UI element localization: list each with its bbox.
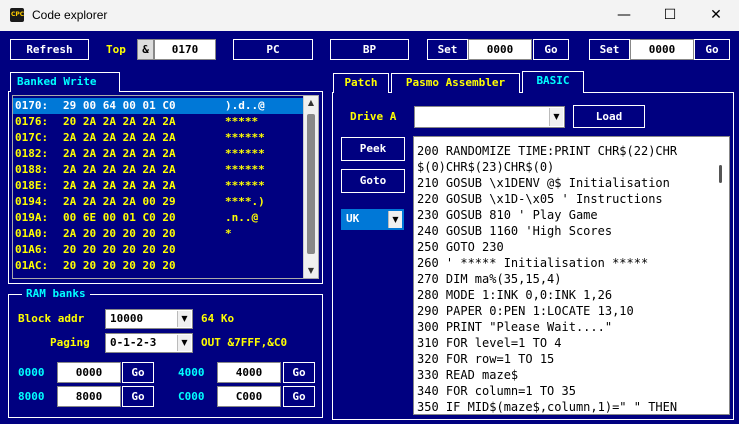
list-item[interactable]: 01A0: 2A 20 20 20 20 20 * [13,226,303,242]
basic-line: 350 IF MID$(maze$,column,1)=" " THEN [417,400,678,414]
basic-line: 300 PRINT "Please Wait...." [417,320,613,334]
memory-scrollbar[interactable]: ▲ ▼ [303,96,318,278]
list-item[interactable]: 0170: 29 00 64 00 01 C0).d..@ [13,98,303,114]
chevron-down-icon[interactable]: ▼ [549,108,563,126]
drive-select[interactable]: ▼ [414,106,565,128]
basic-line: 280 MODE 1:INK 0,0:INK 1,26 [417,288,613,302]
tab-basic[interactable]: BASIC [522,71,584,93]
basic-line: 230 GOSUB 810 ' Play Game [417,208,598,222]
basic-line: $(0)CHR$(23)CHR$(0) [417,160,555,174]
close-icon[interactable]: ✕ [693,0,739,31]
bank-4000-go-button[interactable]: Go [283,362,315,383]
basic-line: 270 DIM ma%(35,15,4) [417,272,562,286]
pc-button[interactable]: PC [233,39,313,60]
refresh-button[interactable]: Refresh [10,39,89,60]
minimize-icon[interactable]: — [601,0,647,31]
basic-line: 220 GOSUB \x1D-\x05 ' Instructions [417,192,663,206]
scroll-thumb[interactable] [307,114,315,254]
bank-c000-go-button[interactable]: Go [283,386,315,407]
basic-line: 210 GOSUB \x1DENV @$ Initialisation [417,176,670,190]
block-addr-label: Block addr [18,312,85,325]
basic-line: 320 FOR row=1 TO 15 [417,352,555,366]
tab-banked-write[interactable]: Banked Write [10,72,120,92]
hex-prefix-label: & [137,39,154,60]
basic-listing[interactable]: 200 RANDOMIZE TIME:PRINT CHR$(22)CHR $(0… [413,136,730,415]
scroll-thumb[interactable] [719,165,722,183]
block-addr-select[interactable]: 10000 ▼ [105,309,193,329]
basic-line: 290 PAPER 0:PEN 1:LOCATE 13,10 [417,304,634,318]
paging-select[interactable]: 0-1-2-3 ▼ [105,333,193,353]
tab-pasmo-assembler[interactable]: Pasmo Assembler [391,73,520,93]
goto-button[interactable]: Goto [341,169,405,193]
list-item[interactable]: 0182: 2A 2A 2A 2A 2A 2A ****** [13,146,303,162]
cpc-icon [10,8,24,22]
bp-button[interactable]: BP [330,39,409,60]
bank-0000-input[interactable]: 0000 [57,362,121,383]
basic-line: 250 GOTO 230 [417,240,504,254]
go-button-1[interactable]: Go [533,39,569,60]
tab-patch[interactable]: Patch [333,73,389,93]
scroll-up-icon[interactable]: ▲ [304,96,318,110]
bank-0000-label: 0000 [18,366,45,379]
bank-8000-input[interactable]: 8000 [57,386,121,407]
list-item[interactable]: 017C: 2A 2A 2A 2A 2A 2A ****** [13,130,303,146]
peek-button[interactable]: Peek [341,137,405,161]
set-button-2[interactable]: Set [589,39,630,60]
basic-line: 310 FOR level=1 TO 4 [417,336,562,350]
bank-c000-input[interactable]: C000 [217,386,281,407]
set-address-input-1[interactable]: 0000 [468,39,532,60]
list-item[interactable]: 01AC: 20 20 20 20 20 20 [13,258,303,274]
maximize-icon[interactable]: ☐ [647,0,693,31]
basic-line: 340 FOR column=1 TO 35 [417,384,576,398]
list-item[interactable]: 019A: 00 6E 00 01 C0 20 .n..@ [13,210,303,226]
drive-label: Drive A [350,110,397,123]
basic-line: 200 RANDOMIZE TIME:PRINT CHR$(22)CHR [417,144,678,158]
language-select[interactable]: UK ▼ [341,209,404,230]
title-bar: Code explorer — ☐ ✕ [0,0,739,31]
bank-4000-input[interactable]: 4000 [217,362,281,383]
basic-scrollbar[interactable] [714,137,729,414]
basic-line: 330 READ maze$ [417,368,519,382]
chevron-down-icon[interactable]: ▼ [388,211,402,228]
load-button[interactable]: Load [573,105,645,128]
chevron-down-icon[interactable]: ▼ [177,311,191,327]
set-address-input-2[interactable]: 0000 [630,39,694,60]
bank-4000-label: 4000 [178,366,205,379]
paging-label: Paging [50,336,90,349]
block-size-label: 64 Ko [201,312,235,325]
bank-8000-go-button[interactable]: Go [122,386,154,407]
list-item[interactable]: 0176: 20 2A 2A 2A 2A 2A ***** [13,114,303,130]
list-item[interactable]: 0188: 2A 2A 2A 2A 2A 2A ****** [13,162,303,178]
bank-0000-go-button[interactable]: Go [122,362,154,383]
go-button-2[interactable]: Go [694,39,730,60]
list-item[interactable]: 018E: 2A 2A 2A 2A 2A 2A ****** [13,178,303,194]
out-port-label: OUT &7FFF,&C0 [201,336,288,349]
top-address-input[interactable]: 0170 [154,39,216,60]
scroll-down-icon[interactable]: ▼ [304,264,318,278]
list-item[interactable]: 01A6: 20 20 20 20 20 20 [13,242,303,258]
basic-line: 240 GOSUB 1160 'High Scores [417,224,613,238]
top-label: Top [106,43,126,56]
ram-banks-label: RAM banks [22,287,90,300]
bank-c000-label: C000 [178,390,205,403]
bank-8000-label: 8000 [18,390,45,403]
list-item[interactable]: 0194: 2A 2A 2A 2A 00 29 ****.) [13,194,303,210]
window-title: Code explorer [32,8,108,22]
set-button-1[interactable]: Set [427,39,468,60]
chevron-down-icon[interactable]: ▼ [177,335,191,351]
memory-listbox[interactable]: 0170: 29 00 64 00 01 C0).d..@ 0176: 20 2A … [12,95,319,279]
basic-line: 260 ' ***** Initialisation ***** [417,256,649,270]
